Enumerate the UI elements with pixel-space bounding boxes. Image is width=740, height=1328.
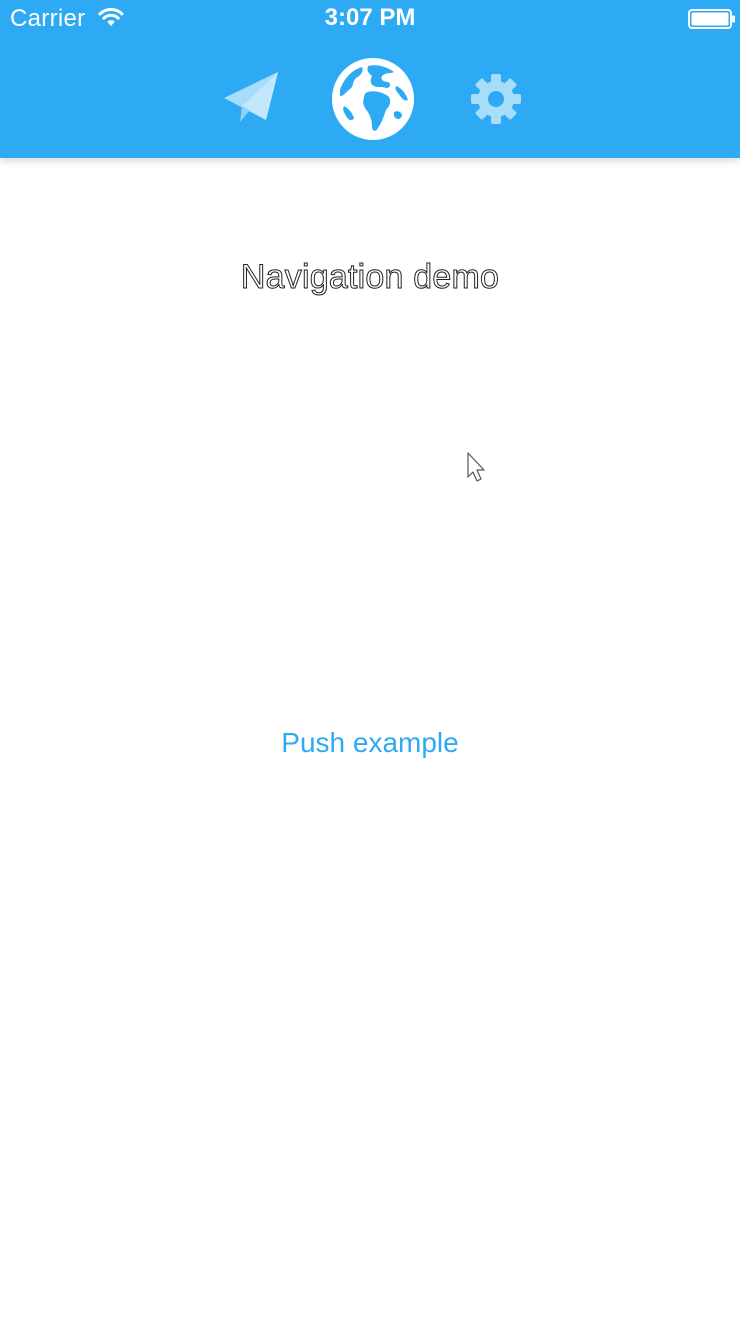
page-title: Navigation demo: [240, 258, 500, 297]
battery-icon: [688, 9, 736, 29]
push-example-button[interactable]: Push example: [220, 727, 520, 767]
paper-plane-icon: [220, 70, 282, 128]
tab-bar: [0, 50, 740, 150]
status-time: 3:07 PM: [324, 4, 416, 31]
mouse-cursor-icon: [464, 450, 490, 486]
tab-globe[interactable]: [330, 56, 416, 142]
app-screen: Carrier 3:07 PM Navigation demo Push exa…: [0, 0, 740, 1328]
status-bar: Carrier 3:07 PM: [0, 0, 740, 40]
globe-icon: [330, 56, 416, 142]
gear-icon: [470, 73, 522, 125]
tab-send[interactable]: [220, 70, 282, 128]
top-bar: Carrier 3:07 PM: [0, 0, 740, 158]
tab-settings[interactable]: [470, 73, 522, 125]
